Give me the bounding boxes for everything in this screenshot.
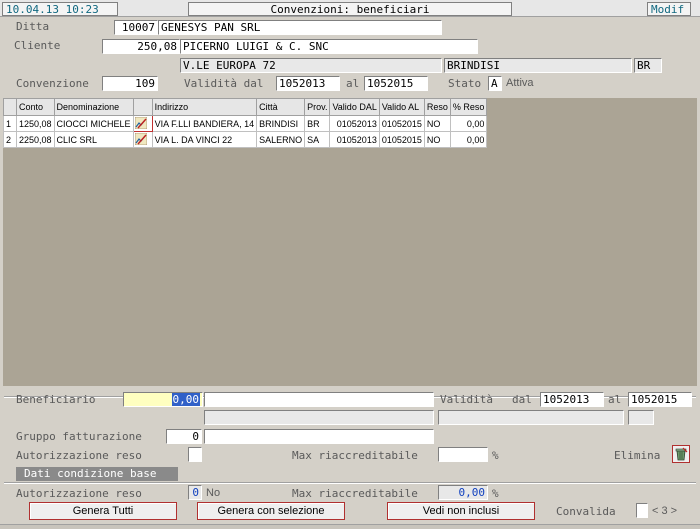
dal-bottom-label: dal (512, 393, 532, 406)
col-citta[interactable]: Città (256, 98, 306, 116)
pager[interactable]: < 3 > (652, 505, 677, 517)
beneficiario-name-field (204, 392, 434, 407)
al-label: al (346, 77, 360, 90)
city-field: BRINDISI (444, 58, 632, 73)
dati-condizione-base-header: Dati condizione base (16, 467, 178, 481)
autorizzazione-field[interactable] (188, 447, 202, 462)
beneficiario-label: Beneficiario (16, 393, 96, 406)
edit-pencil-icon (134, 132, 147, 145)
cell-valido-dal[interactable]: 01052013 (329, 115, 380, 132)
percent-sign: % (492, 449, 499, 462)
cell-citta[interactable]: SALERNO (256, 131, 306, 148)
base-max-field: 0,00 (438, 485, 488, 500)
col-valido-dal[interactable]: Valido DAL (329, 98, 380, 116)
stato-label: Stato (448, 77, 482, 90)
cell-indirizzo[interactable]: VIA F.LLI BANDIERA, 14 (151, 115, 258, 132)
cell-valido-al[interactable]: 01052015 (378, 115, 425, 132)
gruppo-label: Gruppo fatturazione (16, 430, 142, 443)
table-row[interactable]: 2 2250,08 CLIC SRL VIA L. DA VINCI 22 SA… (3, 131, 488, 148)
elimina-label: Elimina (614, 449, 661, 462)
window-title: Convenzioni: beneficiari (188, 2, 512, 16)
autorizzazione-label: Autorizzazione reso (16, 449, 142, 462)
cell-conto[interactable]: 1250,08 (16, 115, 55, 132)
beneficiario-prov-field (628, 410, 654, 425)
trash-icon (675, 447, 688, 461)
col-conto[interactable]: Conto (16, 98, 55, 116)
separator (4, 482, 696, 484)
genera-selezione-button[interactable]: Genera con selezione (197, 502, 345, 520)
convalida-checkbox[interactable] (636, 503, 648, 518)
validita-bottom-label: Validità (440, 393, 493, 406)
convenzione-label: Convenzione (16, 77, 89, 90)
table-header-row: Conto Denominazione Indirizzo Città Prov… (3, 98, 488, 116)
datetime: 10.04.13 10:23 (2, 2, 118, 16)
row-edit-button[interactable] (132, 115, 153, 132)
col-indirizzo[interactable]: Indirizzo (151, 98, 258, 116)
validita-label: Validità dal (184, 77, 264, 90)
cell-conto[interactable]: 2250,08 (16, 131, 55, 148)
max-label: Max riaccreditabile (292, 449, 418, 462)
cell-denominazione[interactable]: CLIC SRL (53, 131, 134, 148)
cell-denominazione[interactable]: CIOCCI MICHELE (53, 115, 134, 132)
al-bottom-label: al (608, 393, 622, 406)
cliente-label: Cliente (14, 39, 61, 52)
edit-pencil-icon (134, 116, 147, 129)
base-autorizzazione-field: 0 (188, 485, 202, 500)
max-field[interactable] (438, 447, 488, 462)
col-reso[interactable]: Reso (423, 98, 451, 116)
row-edit-button[interactable] (132, 131, 153, 148)
col-prov[interactable]: Prov. (304, 98, 331, 116)
stato-text: Attiva (506, 77, 534, 89)
cell-perc-reso[interactable]: 0,00 (449, 115, 488, 132)
gruppo-name-field (204, 429, 434, 444)
ditta-name-field: GENESYS PAN SRL (158, 20, 442, 35)
cell-valido-al[interactable]: 01052015 (378, 131, 425, 148)
al-bottom-field[interactable]: 1052015 (628, 392, 692, 407)
beneficiari-table: Conto Denominazione Indirizzo Città Prov… (3, 98, 488, 148)
base-autorizzazione-label: Autorizzazione reso (16, 487, 142, 500)
validita-al-field[interactable]: 1052015 (364, 76, 428, 91)
beneficiario-address-field (204, 410, 434, 425)
beneficiario-city-field (438, 410, 624, 425)
address-field: V.LE EUROPA 72 (180, 58, 442, 73)
ditta-code-field[interactable]: 10007 (114, 20, 158, 35)
gruppo-field[interactable]: 0 (166, 429, 202, 444)
cell-reso[interactable]: NO (423, 115, 451, 132)
cliente-code-field[interactable]: 250,08 (102, 39, 180, 54)
stato-field[interactable]: A (488, 76, 502, 91)
base-max-label: Max riaccreditabile (292, 487, 418, 500)
beneficiario-field[interactable]: 0,00 (123, 392, 203, 407)
col-denominazione[interactable]: Denominazione (53, 98, 134, 116)
genera-tutti-button[interactable]: Genera Tutti (29, 502, 177, 520)
col-edit (132, 98, 153, 116)
ditta-label: Ditta (16, 20, 50, 33)
beneficiario-value: 0,00 (171, 393, 200, 406)
validita-dal-field[interactable]: 1052013 (276, 76, 340, 91)
col-rownum (3, 98, 17, 116)
dal-bottom-field[interactable]: 1052013 (540, 392, 604, 407)
row-number: 1 (3, 115, 17, 132)
row-number: 2 (3, 131, 17, 148)
cell-perc-reso[interactable]: 0,00 (449, 131, 488, 148)
province-field: BR (634, 58, 662, 73)
vedi-non-inclusi-button[interactable]: Vedi non inclusi (387, 502, 535, 520)
convenzione-field[interactable]: 109 (102, 76, 158, 91)
cell-prov[interactable]: BR (304, 115, 331, 132)
cell-prov[interactable]: SA (304, 131, 331, 148)
cliente-name-field: PICERNO LUIGI & C. SNC (180, 39, 478, 54)
base-autorizzazione-text: No (206, 487, 221, 499)
cell-reso[interactable]: NO (423, 131, 451, 148)
convalida-label: Convalida (556, 505, 616, 518)
mode-indicator: Modif (647, 2, 691, 16)
base-percent-sign: % (492, 487, 499, 500)
cell-indirizzo[interactable]: VIA L. DA VINCI 22 (151, 131, 258, 148)
cell-valido-dal[interactable]: 01052013 (329, 131, 380, 148)
elimina-button[interactable] (672, 445, 690, 463)
table-row[interactable]: 1 1250,08 CIOCCI MICHELE VIA F.LLI BANDI… (3, 115, 488, 132)
col-perc-reso[interactable]: % Reso (449, 98, 488, 116)
status-strip (0, 524, 700, 529)
col-valido-al[interactable]: Valido AL (378, 98, 425, 116)
cell-citta[interactable]: BRINDISI (256, 115, 306, 132)
